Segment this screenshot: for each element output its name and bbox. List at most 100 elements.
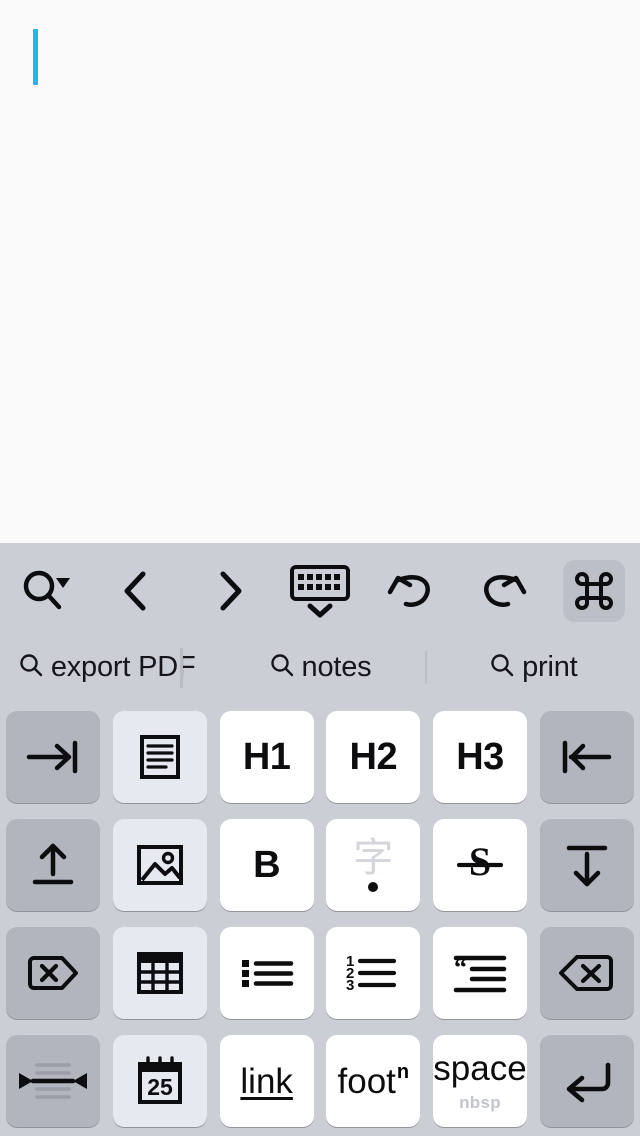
key-image[interactable]: [112, 819, 207, 911]
return-icon: [558, 1057, 616, 1105]
document-editor[interactable]: [0, 0, 640, 543]
key-document[interactable]: [112, 711, 207, 803]
svg-text:“: “: [454, 953, 467, 982]
keyboard-key-grid: H1 H2 H3 B 字 S 1 2 3 “ 25 link foot n sp…: [0, 703, 640, 1135]
numbered-list-icon: 1 2 3: [342, 950, 404, 996]
key-return[interactable]: [539, 1035, 634, 1127]
keycell: [107, 811, 214, 919]
key-label: H2: [349, 736, 398, 778]
key-numbered-list[interactable]: 1 2 3: [326, 927, 421, 1019]
toolbar-button-redo[interactable]: [457, 543, 548, 639]
key-footnote[interactable]: foot n: [326, 1035, 421, 1127]
bullet-list-icon: [237, 951, 297, 995]
suggestion-bar: export PDF notes print: [0, 639, 640, 696]
key-backspace[interactable]: [539, 927, 634, 1019]
suggestion-label: export PDF: [50, 651, 196, 683]
keycell: [533, 703, 640, 811]
key-bullet-list[interactable]: [219, 927, 314, 1019]
key-date[interactable]: 25: [112, 1035, 207, 1127]
key-move-up[interactable]: [6, 819, 101, 911]
blockquote-icon: “: [450, 950, 510, 996]
space-label-group: space nbsp: [433, 1051, 526, 1111]
key-heading-3[interactable]: H3: [432, 711, 527, 803]
key-heading-2[interactable]: H2: [326, 711, 421, 803]
key-sublabel: nbsp: [459, 1093, 501, 1112]
keycell: H1: [213, 703, 320, 811]
search-icon: [18, 652, 44, 683]
key-table[interactable]: [112, 927, 207, 1019]
key-line-start[interactable]: [539, 711, 634, 803]
keycell: link: [213, 1027, 320, 1135]
svg-text:3: 3: [346, 977, 354, 994]
keycell: space nbsp: [427, 1027, 534, 1135]
svg-text:S: S: [469, 840, 491, 884]
search-icon: [269, 652, 295, 683]
keycell: [533, 1027, 640, 1135]
document-lines-icon: [136, 732, 184, 782]
search-dropdown-icon: [18, 566, 74, 616]
suggestion-item-2[interactable]: print: [427, 639, 640, 696]
keycell: H2: [320, 703, 427, 811]
key-label: link: [240, 1061, 293, 1101]
key-superscript: n: [396, 1060, 410, 1083]
key-move-down[interactable]: [539, 819, 634, 911]
chevron-right-icon: [207, 566, 251, 616]
table-icon: [135, 950, 185, 996]
delete-tag-icon: [22, 950, 84, 996]
key-label: space: [433, 1049, 527, 1088]
key-delete-tag[interactable]: [6, 927, 101, 1019]
key-space[interactable]: space nbsp: [432, 1035, 527, 1127]
suggestion-label: print: [522, 651, 578, 683]
keycell: [533, 811, 640, 919]
keyboard-toolbar: [0, 543, 640, 639]
key-label: 字: [353, 835, 394, 881]
search-icon: [489, 652, 515, 683]
keyboard-down-icon: [287, 563, 353, 619]
keycell: [107, 919, 214, 1027]
key-select-line[interactable]: [6, 1035, 101, 1127]
key-cjk-input[interactable]: 字: [326, 819, 421, 911]
keycell: [0, 811, 107, 919]
keycell: [213, 919, 320, 1027]
keycell: 字: [320, 811, 427, 919]
backspace-icon: [555, 950, 619, 996]
keycell: [107, 703, 214, 811]
svg-text:25: 25: [147, 1074, 173, 1100]
select-line-icon: [17, 1055, 89, 1107]
toolbar-button-hide-keyboard[interactable]: [274, 543, 365, 639]
key-strikethrough[interactable]: S: [432, 819, 527, 911]
keycell: H3: [427, 703, 534, 811]
toolbar-button-previous[interactable]: [91, 543, 182, 639]
key-label: H1: [242, 736, 291, 778]
toolbar-button-search[interactable]: [0, 543, 91, 639]
text-caret: [33, 29, 38, 85]
app-root: export PDF notes print H1 H2 H3 B 字 S 1 …: [0, 0, 640, 1136]
toolbar-button-next[interactable]: [183, 543, 274, 639]
tab-right-icon: [23, 735, 83, 779]
cjk-dot: [368, 882, 379, 892]
keycell: [0, 703, 107, 811]
keycell: B: [213, 811, 320, 919]
calendar-icon: 25: [135, 1055, 185, 1107]
keycell: 25: [107, 1027, 214, 1135]
arrow-up-from-line-icon: [27, 838, 79, 892]
key-bold[interactable]: B: [219, 819, 314, 911]
key-link[interactable]: link: [219, 1035, 314, 1127]
arrow-to-line-left-icon: [557, 735, 617, 779]
key-label: H3: [456, 736, 504, 778]
footnote-label-group: foot n: [338, 1060, 410, 1099]
key-tab[interactable]: [6, 711, 101, 803]
keycell: [533, 919, 640, 1027]
suggestion-item-0[interactable]: export PDF: [0, 639, 213, 696]
toolbar-button-undo[interactable]: [366, 543, 457, 639]
key-label: B: [253, 844, 281, 886]
suggestion-item-1[interactable]: notes: [213, 639, 427, 696]
undo-icon: [382, 566, 440, 616]
toolbar-button-command[interactable]: [549, 543, 640, 639]
keycell: S: [427, 811, 534, 919]
strikethrough-icon: S: [453, 840, 507, 890]
key-heading-1[interactable]: H1: [219, 711, 314, 803]
keyboard-panel: export PDF notes print H1 H2 H3 B 字 S 1 …: [0, 543, 640, 1136]
redo-icon: [474, 566, 532, 616]
key-blockquote[interactable]: “: [432, 927, 527, 1019]
